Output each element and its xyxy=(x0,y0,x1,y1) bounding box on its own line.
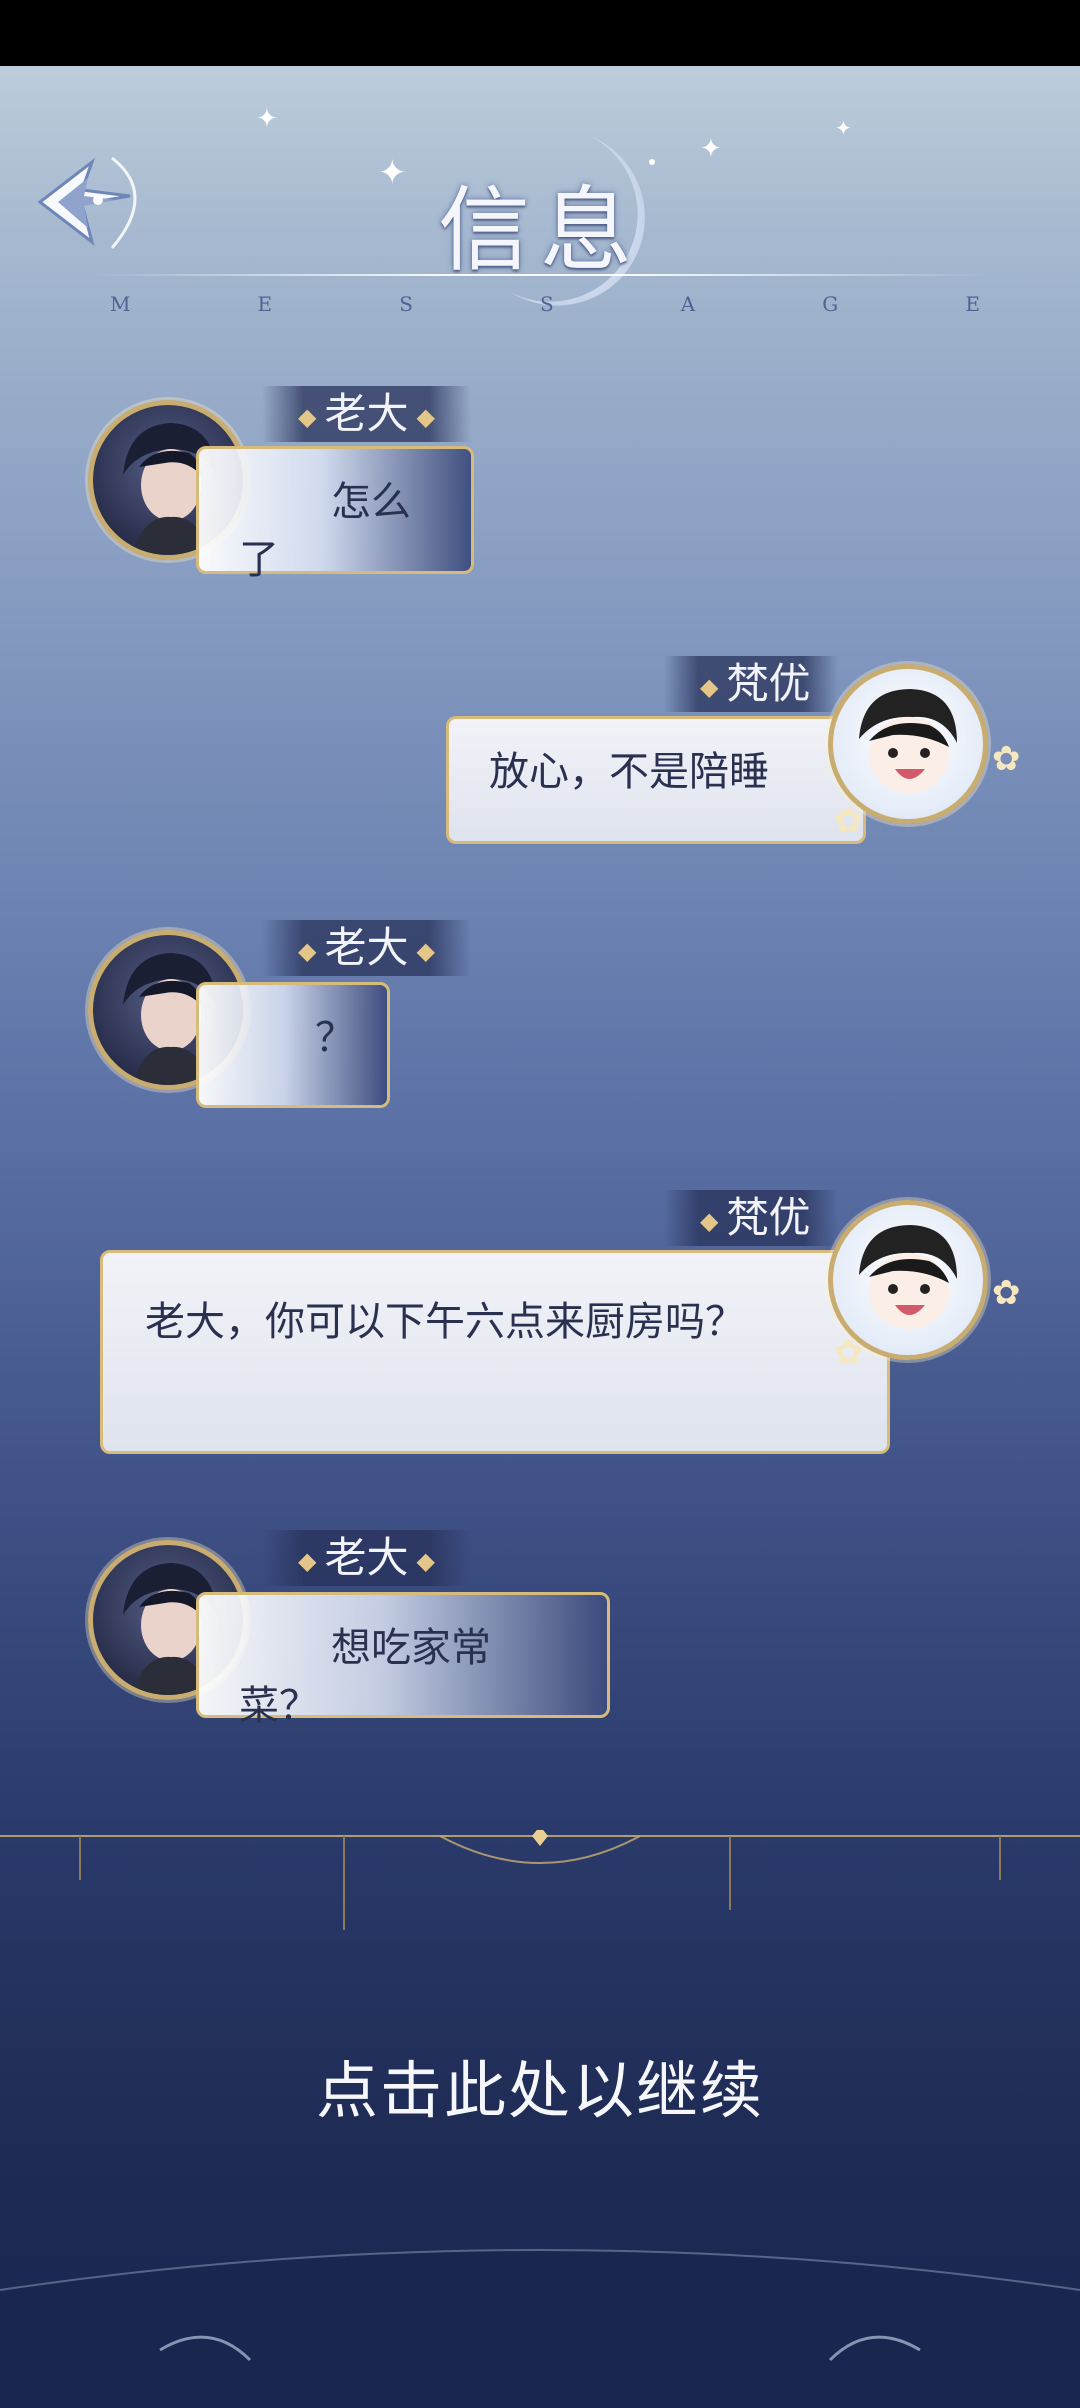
diamond-icon: ◆ xyxy=(416,1547,435,1575)
speaker-label: 梵优 xyxy=(726,1193,811,1242)
speaker-name: ◆ 老大 ◆ xyxy=(262,1530,471,1586)
diamond-icon: ◆ xyxy=(298,937,317,965)
speaker-name: ◆ 梵优 xyxy=(664,656,839,712)
message-bubble: 老大，你可以下午六点来厨房吗？ xyxy=(100,1250,890,1454)
page-title: 信息 xyxy=(437,177,642,284)
message-text: 想吃家常菜？ xyxy=(239,1625,491,1729)
chibi-portrait-icon xyxy=(859,689,957,793)
flower-icon: ✿ xyxy=(834,1333,863,1373)
message-text: ？ xyxy=(315,1015,355,1061)
continue-prompt[interactable]: 点击此处以继续 xyxy=(0,2040,1080,2130)
title-divider xyxy=(90,274,990,276)
diamond-icon: ◆ xyxy=(700,673,719,701)
diamond-icon: ◆ xyxy=(298,1547,317,1575)
flower-icon: ✿ xyxy=(992,1273,1021,1313)
sparkle-icon: ✦ xyxy=(700,134,722,164)
sparkle-icon: ✦ xyxy=(835,116,852,140)
message-bubble: ？ xyxy=(196,982,390,1108)
page-subtitle: M E S S A G E xyxy=(110,292,980,316)
diamond-icon: ◆ xyxy=(298,403,317,431)
message-bubble: 怎么了 xyxy=(196,446,474,583)
flower-icon: ✿ xyxy=(992,739,1021,779)
speaker-name: ◆ 老大 ◆ xyxy=(262,920,471,976)
sparkle-icon: ✦ xyxy=(256,104,278,134)
bottom-decoration xyxy=(0,2249,1080,2408)
speaker-label: 梵优 xyxy=(726,659,811,708)
subtitle-letter: S xyxy=(399,292,413,316)
subtitle-letter: S xyxy=(539,292,554,316)
diamond-icon: ◆ xyxy=(416,937,435,965)
speaker-label: 老大 xyxy=(324,1533,409,1582)
avatar xyxy=(828,664,988,824)
speaker-label: 老大 xyxy=(324,389,409,438)
message-text: 怎么了 xyxy=(239,479,411,583)
sparkle-icon: ✦ xyxy=(378,153,407,193)
message-bubble: 放心，不是陪睡 xyxy=(446,716,866,844)
message-bubble: 想吃家常菜？ xyxy=(196,1592,610,1729)
subtitle-letter: A xyxy=(680,292,696,316)
speaker-label: 老大 xyxy=(324,923,409,972)
status-bar xyxy=(0,0,1080,66)
diamond-icon: ◆ xyxy=(416,403,435,431)
message-text: 放心，不是陪睡 xyxy=(489,749,769,795)
diamond-icon: ◆ xyxy=(700,1207,719,1235)
flower-icon: ✿ xyxy=(834,801,863,841)
speaker-name: ◆ 梵优 xyxy=(664,1190,839,1246)
subtitle-letter: M xyxy=(110,292,131,316)
subtitle-letter: E xyxy=(965,292,980,316)
message-text: 老大，你可以下午六点来厨房吗？ xyxy=(145,1299,745,1345)
header: 信息 M E S S A G E ✦ ✦ ✦ ✦ xyxy=(0,66,1080,336)
speaker-name: ◆ 老大 ◆ xyxy=(262,386,471,442)
subtitle-letter: G xyxy=(822,292,839,316)
subtitle-letter: E xyxy=(257,292,273,316)
ornamental-divider xyxy=(0,1830,1080,1930)
